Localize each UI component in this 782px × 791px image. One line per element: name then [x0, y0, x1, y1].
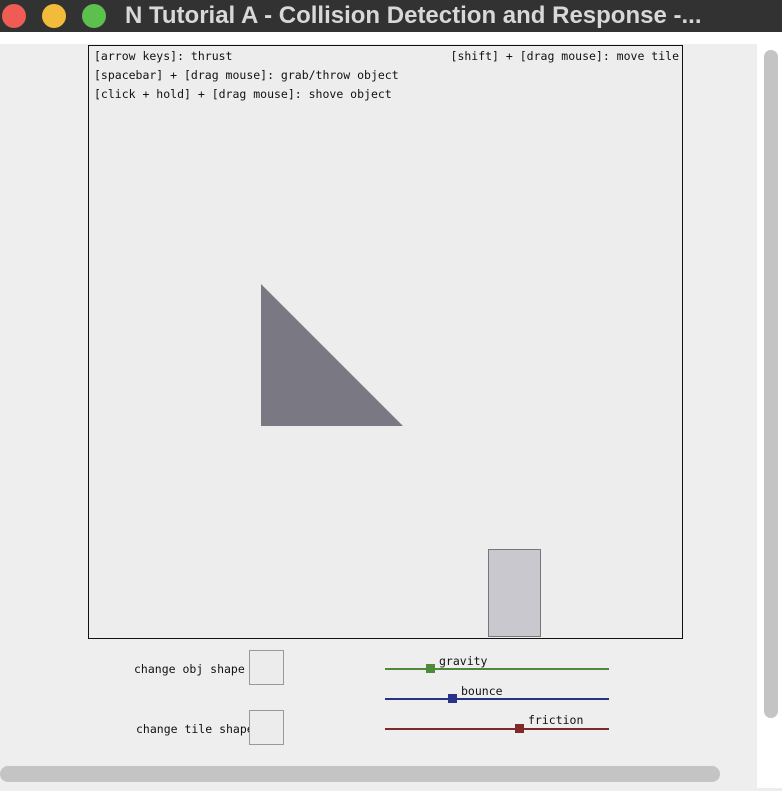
tile-block[interactable] — [488, 549, 541, 637]
triangle-object-shape[interactable] — [261, 284, 403, 426]
close-window-button[interactable] — [2, 4, 26, 28]
hint-shove: [click + hold] + [drag mouse]: shove obj… — [94, 87, 392, 101]
window-title: N Tutorial A - Collision Detection and R… — [125, 2, 702, 29]
gravity-slider-label: gravity — [439, 654, 488, 668]
bounce-slider-label: bounce — [461, 684, 503, 698]
hint-thrust: [arrow keys]: thrust — [94, 49, 233, 63]
vertical-scrollbar[interactable] — [764, 50, 778, 718]
hint-grab-throw: [spacebar] + [drag mouse]: grab/throw ob… — [94, 68, 399, 82]
change-obj-shape-button[interactable] — [249, 650, 284, 685]
friction-slider-track[interactable] — [385, 728, 609, 730]
horizontal-scrollbar[interactable] — [0, 766, 720, 782]
gravity-slider-handle[interactable] — [426, 664, 435, 673]
triangle-object[interactable] — [260, 283, 404, 427]
hint-move-tile: [shift] + [drag mouse]: move tile — [450, 49, 679, 63]
simulation-stage[interactable]: [arrow keys]: thrust [spacebar] + [drag … — [88, 45, 683, 639]
friction-slider-label: friction — [528, 713, 584, 727]
bounce-slider-handle[interactable] — [448, 694, 457, 703]
gravity-slider-track[interactable] — [385, 668, 609, 670]
change-obj-shape-label: change obj shape — [134, 662, 245, 676]
window-content: [arrow keys]: thrust [spacebar] + [drag … — [0, 32, 782, 791]
friction-slider-handle[interactable] — [515, 724, 524, 733]
minimize-window-button[interactable] — [42, 4, 66, 28]
bounce-slider-track[interactable] — [385, 698, 609, 700]
maximize-window-button[interactable] — [82, 4, 106, 28]
window-titlebar: N Tutorial A - Collision Detection and R… — [0, 0, 782, 32]
change-tile-shape-button[interactable] — [249, 710, 284, 745]
change-tile-shape-label: change tile shape — [136, 722, 254, 736]
